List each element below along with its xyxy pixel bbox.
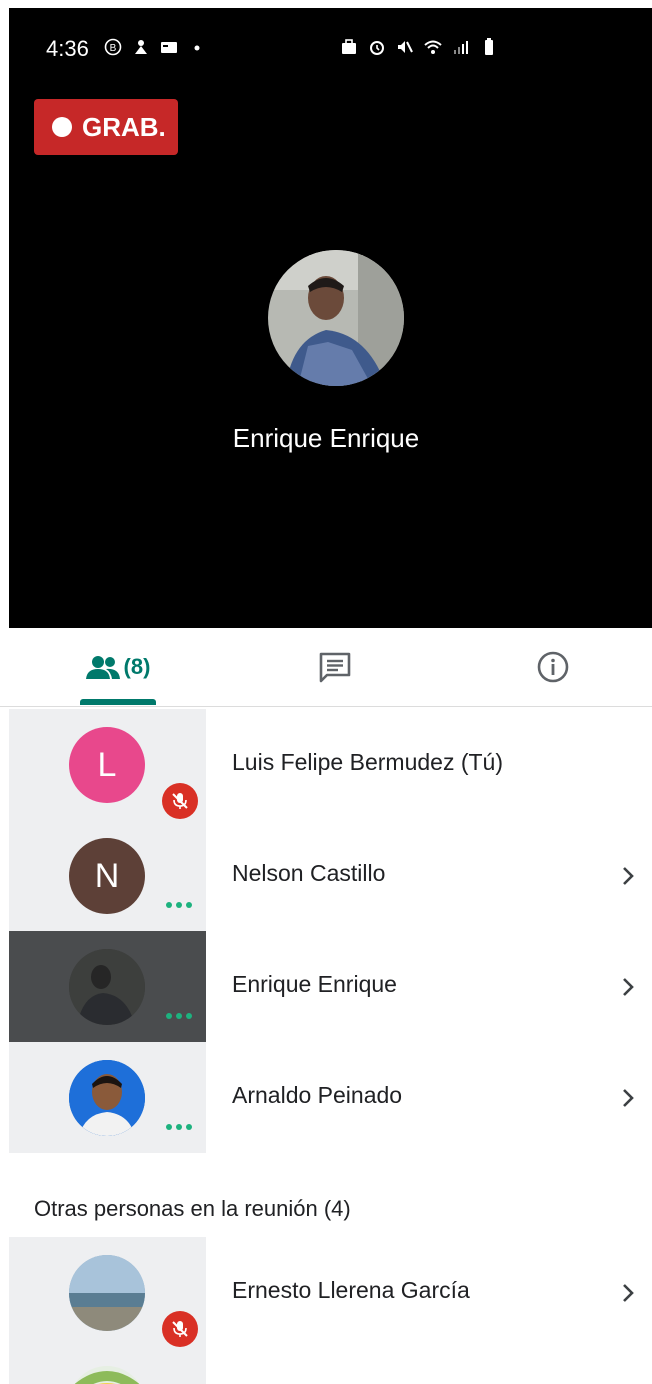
speaking-indicator-icon	[166, 902, 196, 910]
avatar	[69, 949, 145, 1025]
info-icon	[537, 651, 569, 683]
chevron-right-icon	[623, 1089, 634, 1107]
participant-name: Enrique Enrique	[232, 971, 397, 997]
speaking-indicator-icon	[166, 1013, 196, 1021]
alarm-icon	[370, 41, 384, 55]
participant-row[interactable]: Arnaldo Peinado	[0, 1042, 652, 1153]
tab-chat[interactable]	[315, 628, 355, 706]
mic-off-icon	[162, 1311, 198, 1347]
mic-off-icon	[162, 783, 198, 819]
participant-row[interactable]: Ernesto Llerena García	[0, 1237, 652, 1348]
avatar-initial: N	[94, 856, 120, 895]
dot-icon	[194, 45, 200, 51]
status-time: 4:36	[46, 36, 89, 61]
mute-sound-icon	[398, 41, 413, 53]
avatar	[69, 1255, 145, 1331]
speaker-name: Enrique Enrique	[232, 423, 420, 453]
chevron-right-icon	[623, 867, 634, 885]
wifi-icon	[424, 40, 442, 54]
avatar: N	[69, 838, 145, 914]
briefcase-icon	[342, 39, 356, 54]
people-count: (8)	[123, 654, 151, 679]
card-icon	[161, 42, 177, 53]
chat-icon	[319, 652, 351, 683]
battery-icon	[485, 38, 493, 55]
people-icon	[85, 656, 120, 679]
record-dot-icon	[52, 117, 72, 137]
svg-text:B: B	[110, 43, 117, 54]
recording-badge: GRAB.	[34, 99, 178, 155]
speaking-indicator-icon	[166, 1124, 196, 1132]
avatar	[69, 1060, 145, 1136]
signal-icon	[454, 41, 468, 54]
participant-row[interactable]: Enrique Enrique	[0, 931, 652, 1042]
participant-name: Nelson Castillo	[232, 860, 386, 886]
recording-label: GRAB.	[82, 111, 166, 142]
notification-icon	[135, 40, 147, 54]
section-title: Otras personas en la reunión (4)	[34, 1196, 351, 1221]
b-badge-icon: B	[104, 38, 122, 56]
avatar: L	[69, 727, 145, 803]
participant-row[interactable]: N Nelson Castillo	[0, 820, 652, 931]
participant-name: Ernesto Llerena García	[232, 1277, 470, 1303]
speaker-avatar	[268, 250, 404, 386]
panel-tabs: (8)	[0, 628, 652, 707]
chevron-right-icon	[623, 978, 634, 996]
participant-row[interactable]	[0, 1348, 652, 1384]
tab-people[interactable]: (8)	[78, 628, 158, 706]
status-icons-right	[340, 38, 498, 56]
participant-name: Arnaldo Peinado	[232, 1082, 403, 1108]
participant-row[interactable]: L Luis Felipe Bermudez (Tú)	[0, 709, 652, 820]
status-icons-left: B	[104, 38, 206, 56]
participant-name: Luis Felipe Bermudez (Tú)	[232, 749, 503, 775]
chevron-right-icon	[623, 1284, 634, 1302]
tab-info[interactable]	[533, 628, 573, 706]
avatar-initial: L	[97, 745, 117, 784]
tab-active-indicator	[80, 699, 156, 705]
